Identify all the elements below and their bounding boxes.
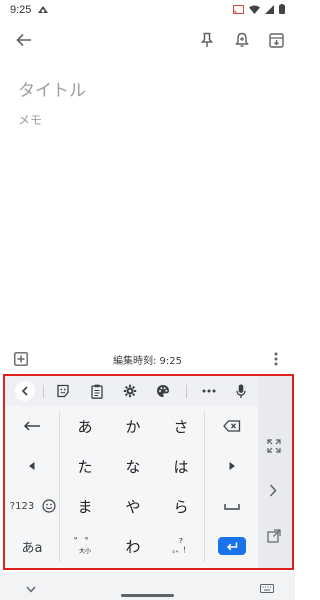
system-nav-bar xyxy=(0,572,295,600)
chevron-left-icon xyxy=(21,386,28,396)
key-ra[interactable]: ら xyxy=(157,486,205,526)
archive-button[interactable] xyxy=(264,28,288,52)
key-ha[interactable]: は xyxy=(157,446,205,486)
more-vert-icon xyxy=(274,352,278,366)
archive-icon xyxy=(268,32,284,48)
cursor-right-key[interactable] xyxy=(206,446,258,486)
keyboard-side-panel xyxy=(258,376,292,568)
note-bottom-bar: 編集時刻: 9:25 xyxy=(0,346,295,372)
enter-icon xyxy=(226,542,238,550)
more-tools-button[interactable] xyxy=(197,376,221,406)
more-options-button[interactable] xyxy=(273,351,281,367)
key-ma[interactable]: ま xyxy=(61,486,109,526)
status-time: 9:25 xyxy=(10,4,32,16)
sticker-icon xyxy=(57,384,69,398)
key-grid: ?123 あa あ か さ た な は ま や ら ゛゜ 大小 わ ? 。、！ xyxy=(5,406,258,568)
clipboard-button[interactable] xyxy=(85,376,109,406)
battery-icon xyxy=(279,3,285,17)
gear-icon xyxy=(123,384,137,398)
emoji-icon xyxy=(42,499,56,513)
note-title-input[interactable]: タイトル xyxy=(18,76,86,101)
home-gesture-bar[interactable] xyxy=(121,594,174,597)
hide-keyboard-button[interactable] xyxy=(26,578,38,593)
edit-timestamp: 編集時刻: 9:25 xyxy=(112,356,182,367)
key-sa[interactable]: さ xyxy=(157,406,205,446)
floating-keyboard-button[interactable] xyxy=(267,528,283,544)
mic-icon xyxy=(236,384,246,398)
chevron-down-icon xyxy=(26,586,36,593)
punct-top-label: ? xyxy=(179,537,183,545)
side-next-button[interactable] xyxy=(269,482,281,498)
key-dakuten[interactable]: ゛゜ 大小 xyxy=(61,526,109,566)
sticker-button[interactable] xyxy=(51,376,75,406)
caret-left-icon xyxy=(29,462,35,470)
space-key[interactable] xyxy=(206,486,258,526)
more-horiz-icon xyxy=(202,389,216,393)
cursor-back-key[interactable] xyxy=(5,406,59,446)
expand-icon xyxy=(267,439,281,453)
key-ka[interactable]: か xyxy=(109,406,157,446)
keyboard-toolbar xyxy=(5,376,258,406)
note-body-input[interactable]: メモ xyxy=(18,111,42,128)
kana-mode-key[interactable]: あa xyxy=(5,526,59,566)
arrow-left-icon xyxy=(16,33,31,47)
bell-plus-icon xyxy=(235,32,249,47)
arrow-left-icon xyxy=(23,421,40,431)
dakuten-main-label: ゛゜ xyxy=(74,535,96,549)
pin-icon xyxy=(200,32,214,47)
settings-button[interactable] xyxy=(118,376,142,406)
key-ya[interactable]: や xyxy=(109,486,157,526)
reminder-button[interactable] xyxy=(230,28,254,52)
cast-icon xyxy=(233,4,244,17)
voice-input-button[interactable] xyxy=(229,376,253,406)
punct-bottom-label: 。、！ xyxy=(172,546,190,554)
switch-keyboard-button[interactable] xyxy=(260,578,274,593)
back-button[interactable] xyxy=(12,28,36,52)
enter-key-background xyxy=(218,537,246,555)
cursor-left-key[interactable] xyxy=(5,446,59,486)
keyboard-collapse-button[interactable] xyxy=(13,376,37,406)
key-a[interactable]: あ xyxy=(61,406,109,446)
chevron-right-icon xyxy=(269,484,277,497)
keyboard: ?123 あa あ か さ た な は ま や ら ゛゜ 大小 わ ? 。、！ xyxy=(5,376,258,568)
theme-button[interactable] xyxy=(151,376,175,406)
float-window-icon xyxy=(267,529,281,543)
space-icon xyxy=(224,503,240,510)
clipboard-icon xyxy=(91,384,103,399)
palette-icon xyxy=(157,385,169,397)
enter-key[interactable] xyxy=(206,526,258,566)
wifi-icon xyxy=(249,4,260,17)
key-na[interactable]: な xyxy=(109,446,157,486)
key-wa[interactable]: わ xyxy=(109,526,157,566)
backspace-icon xyxy=(223,420,241,432)
backspace-key[interactable] xyxy=(206,406,258,446)
keyboard-highlight-frame: ?123 あa あ か さ た な は ま や ら ゛゜ 大小 わ ? 。、！ xyxy=(3,374,294,570)
caret-right-icon xyxy=(229,462,235,470)
key-punctuation[interactable]: ? 。、！ xyxy=(157,526,205,566)
numeric-mode-key[interactable]: ?123 xyxy=(5,486,39,526)
dakuten-sub-label: 大小 xyxy=(78,547,91,555)
signal-icon xyxy=(265,4,274,17)
key-ta[interactable]: た xyxy=(61,446,109,486)
pin-button[interactable] xyxy=(195,28,219,52)
status-bar: 9:25 xyxy=(0,0,295,20)
note-toolbar xyxy=(0,24,295,56)
keyboard-icon xyxy=(260,584,274,593)
cloud-sync-icon xyxy=(37,4,49,17)
fullscreen-button[interactable] xyxy=(267,438,283,454)
emoji-key[interactable] xyxy=(38,486,60,526)
